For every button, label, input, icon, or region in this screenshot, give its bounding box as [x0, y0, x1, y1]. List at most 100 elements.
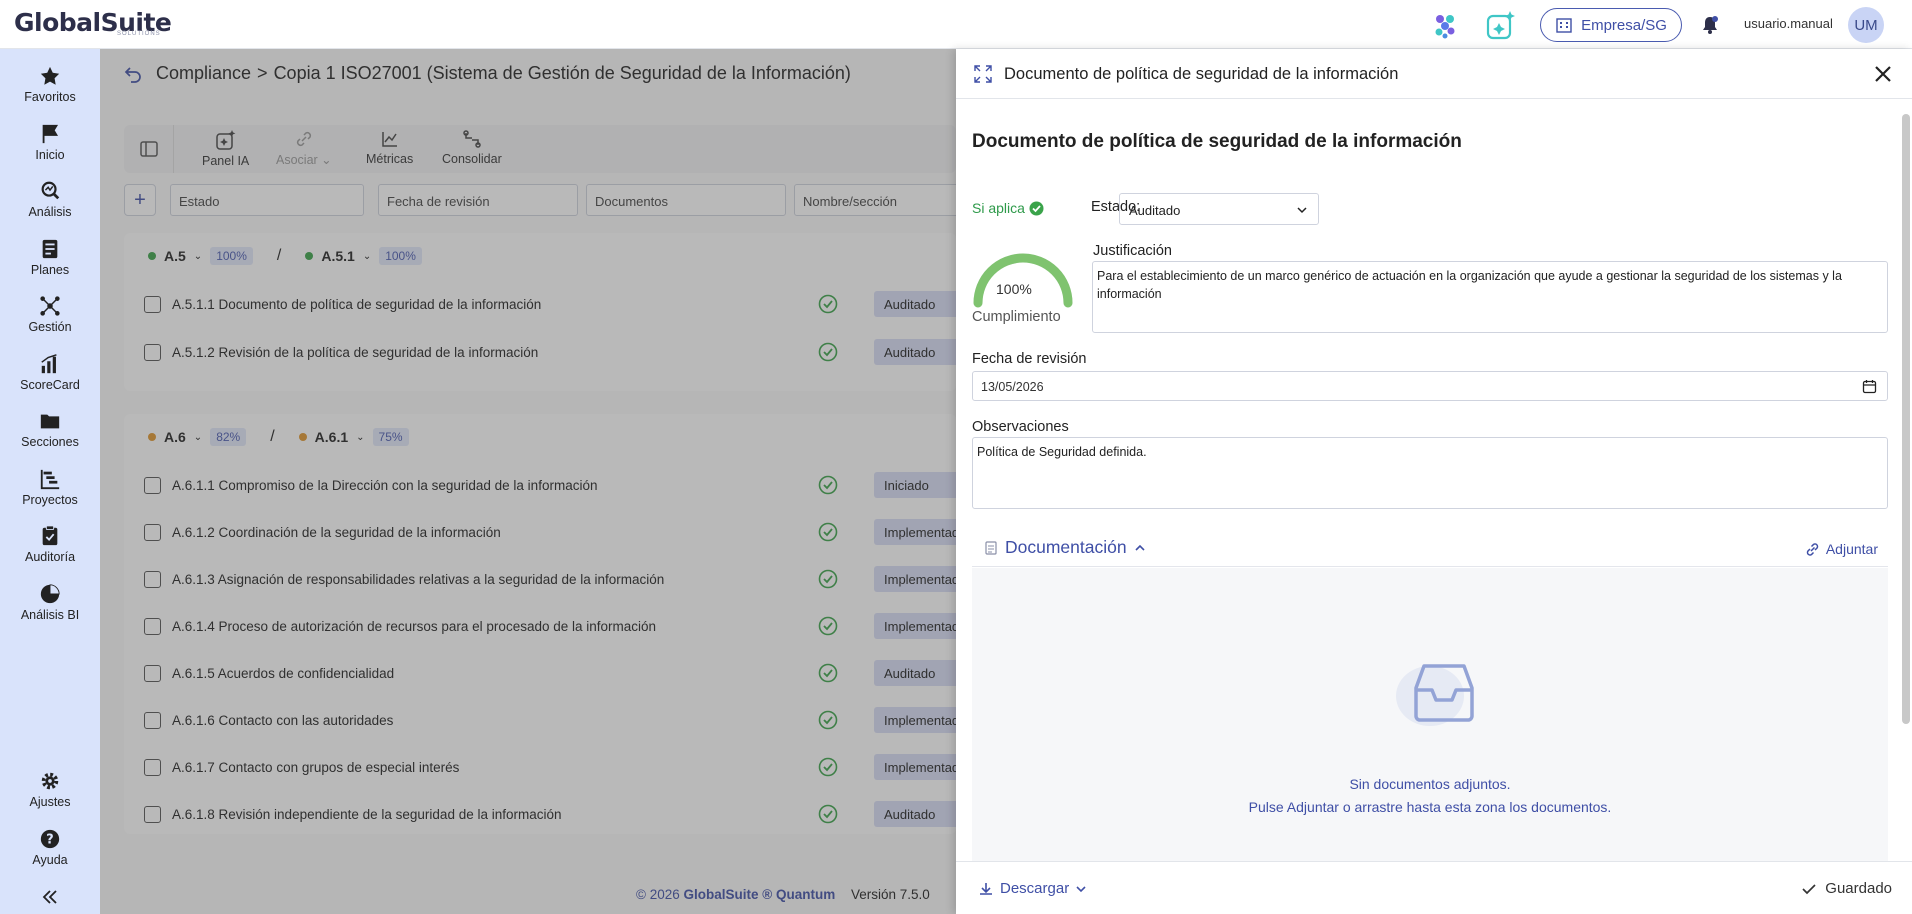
row-checkbox[interactable]: [144, 477, 161, 494]
calendar-icon[interactable]: [1862, 379, 1877, 394]
filter-estado[interactable]: Estado: [170, 184, 364, 216]
table-row[interactable]: A.6.1.1 Compromiso de la Dirección con l…: [144, 472, 956, 502]
check-circle-icon: [818, 522, 838, 542]
paperclip-icon: [1806, 542, 1819, 556]
username[interactable]: usuario.manual: [1744, 16, 1833, 31]
row-label[interactable]: A.6.1.5 Acuerdos de confidencialidad: [172, 666, 394, 681]
sidebar-item-secciones[interactable]: Secciones: [0, 402, 100, 456]
sidebar-item-scorecard[interactable]: ScoreCard: [0, 345, 100, 399]
row-label[interactable]: A.6.1.3 Asignación de responsabilidades …: [172, 572, 664, 587]
chevron-down-icon: [1076, 885, 1086, 892]
table-row[interactable]: A.5.1.2 Revisión de la política de segur…: [144, 339, 984, 369]
table-row[interactable]: A.6.1.8 Revisión independiente de la seg…: [144, 801, 956, 831]
status-dot: [298, 433, 307, 441]
add-filter-button[interactable]: +: [124, 184, 156, 216]
status-badge[interactable]: Implementado: [874, 613, 956, 639]
estado-select[interactable]: Auditado: [1119, 193, 1319, 225]
metricas-button[interactable]: Métricas: [366, 129, 413, 166]
apps-icon[interactable]: [1428, 8, 1462, 42]
consolidar-button[interactable]: Consolidar: [442, 129, 502, 166]
panel-ia-button[interactable]: Panel IA: [202, 129, 249, 168]
ai-sparkle-icon[interactable]: [1484, 8, 1518, 42]
sidebar-item-analisis[interactable]: Análisis: [0, 172, 100, 226]
table-row[interactable]: A.6.1.6 Contacto con las autoridades Imp…: [144, 707, 956, 737]
link-icon: [296, 131, 311, 147]
row-checkbox[interactable]: [144, 806, 161, 823]
sidebar-item-inicio[interactable]: Inicio: [0, 115, 100, 169]
descargar-button[interactable]: Descargar: [978, 880, 1087, 897]
row-checkbox[interactable]: [144, 296, 161, 313]
toolbar: Panel IA Asociar ⌄ Métricas Consolidar: [124, 125, 956, 173]
check-circle-icon: [818, 663, 838, 683]
chevron-down-icon[interactable]: ⌄: [194, 251, 202, 262]
filter-fecha-revision[interactable]: Fecha de revisión: [378, 184, 578, 216]
documentacion-toggle[interactable]: Documentación: [984, 537, 1146, 558]
chevron-down-icon[interactable]: ⌄: [356, 432, 364, 443]
sidebar-item-gestion[interactable]: Gestión: [0, 287, 100, 341]
row-label[interactable]: A.6.1.1 Compromiso de la Dirección con l…: [172, 478, 597, 493]
status-badge[interactable]: Iniciado: [874, 472, 956, 498]
chevron-up-icon: [1135, 544, 1145, 551]
status-badge[interactable]: Implementado: [874, 519, 956, 545]
table-row[interactable]: A.6.1.7 Contacto con grupos de especial …: [144, 754, 956, 784]
chevron-down-icon[interactable]: ⌄: [363, 251, 371, 262]
fecha-revision-input[interactable]: 13/05/2026: [972, 371, 1888, 401]
breadcrumb: Compliance > Copia 1 ISO27001 (Sistema d…: [124, 63, 851, 84]
sidebar-item-planes[interactable]: Planes: [0, 230, 100, 284]
sidebar-item-analisis-bi[interactable]: Análisis BI: [0, 575, 100, 629]
row-checkbox[interactable]: [144, 618, 161, 635]
applies-toggle[interactable]: Si aplica: [972, 200, 1044, 216]
row-checkbox[interactable]: [144, 524, 161, 541]
row-checkbox[interactable]: [144, 571, 161, 588]
close-icon[interactable]: [1872, 63, 1894, 85]
row-label[interactable]: A.6.1.2 Coordinación de la seguridad de …: [172, 525, 501, 540]
sidebar-item-ajustes[interactable]: Ajustes: [0, 762, 100, 816]
status-badge[interactable]: Implementado: [874, 707, 956, 733]
row-label[interactable]: A.6.1.6 Contacto con las autoridades: [172, 713, 393, 728]
panel-scrollbar[interactable]: [1902, 114, 1910, 724]
toggle-panel-button[interactable]: [124, 125, 174, 173]
download-icon: [980, 882, 992, 895]
chevron-down-icon[interactable]: ⌄: [194, 432, 202, 443]
footer-brand[interactable]: GlobalSuite ® Quantum: [684, 887, 836, 902]
status-badge[interactable]: Auditado: [874, 801, 956, 827]
justificacion-textarea[interactable]: Para el establecimiento de un marco gené…: [1092, 261, 1888, 333]
observaciones-label: Observaciones: [972, 419, 1069, 435]
row-checkbox[interactable]: [144, 665, 161, 682]
row-checkbox[interactable]: [144, 759, 161, 776]
row-checkbox[interactable]: [144, 712, 161, 729]
row-label[interactable]: A.6.1.8 Revisión independiente de la seg…: [172, 807, 562, 822]
empty-state-title: Sin documentos adjuntos.: [1349, 776, 1511, 792]
group-percentage: 100%: [210, 247, 253, 265]
observaciones-textarea[interactable]: Política de Seguridad definida.: [972, 437, 1888, 509]
status-badge[interactable]: Implementado: [874, 566, 956, 592]
detail-panel: Documento de política de seguridad de la…: [956, 49, 1912, 914]
table-row[interactable]: A.6.1.4 Proceso de autorización de recur…: [144, 613, 956, 643]
sidebar-item-proyectos[interactable]: Proyectos: [0, 460, 100, 514]
avatar[interactable]: UM: [1848, 7, 1884, 43]
status-badge[interactable]: Auditado: [874, 660, 956, 686]
filter-nombre-seccion[interactable]: Nombre/sección: [794, 184, 964, 216]
table-row[interactable]: A.6.1.2 Coordinación de la seguridad de …: [144, 519, 956, 549]
row-label[interactable]: A.6.1.7 Contacto con grupos de especial …: [172, 760, 459, 775]
sidebar-item-ayuda[interactable]: ? Ayuda: [0, 820, 100, 874]
table-row[interactable]: A.6.1.3 Asignación de responsabilidades …: [144, 566, 956, 596]
sidebar-item-auditoria[interactable]: Auditoría: [0, 517, 100, 571]
asociar-button[interactable]: Asociar ⌄: [276, 129, 332, 167]
adjuntar-button[interactable]: Adjuntar: [1805, 541, 1878, 557]
row-label[interactable]: A.5.1.2 Revisión de la política de segur…: [172, 345, 538, 360]
table-row[interactable]: A.6.1.5 Acuerdos de confidencialidad Aud…: [144, 660, 956, 690]
back-icon[interactable]: [124, 65, 142, 83]
row-label[interactable]: A.6.1.4 Proceso de autorización de recur…: [172, 619, 656, 634]
bell-icon[interactable]: [1693, 8, 1727, 42]
row-checkbox[interactable]: [144, 344, 161, 361]
table-row[interactable]: A.5.1.1 Documento de política de segurid…: [144, 291, 984, 321]
status-badge[interactable]: Implementado: [874, 754, 956, 780]
filter-documentos[interactable]: Documentos: [586, 184, 786, 216]
breadcrumb-root[interactable]: Compliance: [156, 63, 251, 84]
row-label[interactable]: A.5.1.1 Documento de política de segurid…: [172, 297, 541, 312]
sidebar-item-favoritos[interactable]: Favoritos: [0, 57, 100, 111]
company-selector-button[interactable]: Empresa/SG: [1540, 8, 1682, 42]
collapse-sidebar-icon[interactable]: [38, 887, 62, 907]
expand-icon[interactable]: [974, 65, 992, 83]
